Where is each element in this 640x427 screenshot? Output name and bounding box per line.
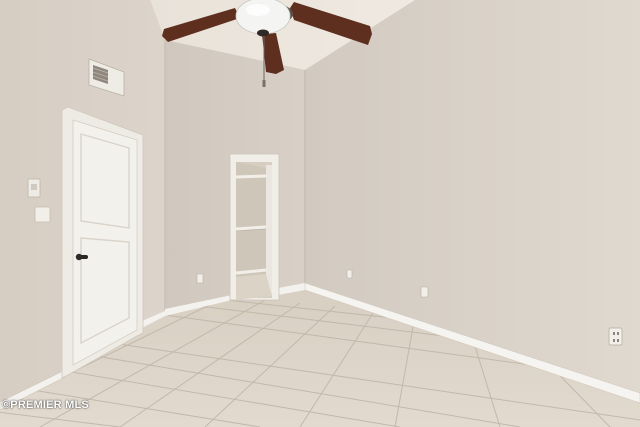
closet-shelf-top [235, 174, 267, 179]
outlet-icon [420, 286, 429, 298]
light-switch-icon [34, 206, 51, 223]
room-photo: ©PREMIER MLS [0, 0, 640, 427]
outlet-icon [608, 327, 623, 346]
outlet-icon [346, 269, 353, 279]
mls-watermark: ©PREMIER MLS [2, 399, 89, 411]
closet-shelf-bottom [235, 225, 267, 231]
room-illustration [0, 0, 640, 427]
outlet-icon [196, 273, 204, 284]
